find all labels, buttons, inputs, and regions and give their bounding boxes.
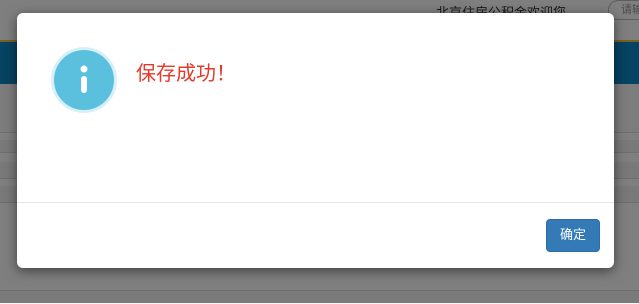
info-icon xyxy=(54,50,114,110)
success-dialog: 保存成功！ 确定 xyxy=(17,13,614,268)
ok-button[interactable]: 确定 xyxy=(546,219,600,252)
success-message: 保存成功！ xyxy=(136,61,236,85)
dialog-divider xyxy=(17,202,614,203)
